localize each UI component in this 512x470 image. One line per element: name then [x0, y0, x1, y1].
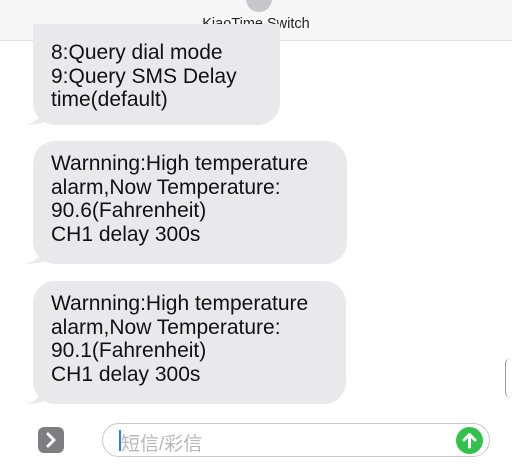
message-bubble[interactable]: Warnning:High temperature alarm,Now Temp…	[26, 141, 347, 264]
bubble-tail-icon	[26, 107, 46, 125]
message-line: 9:Query SMS Delay	[51, 64, 237, 88]
message-line: 90.1(Fahrenheit)	[51, 339, 207, 362]
bubble-tail-icon	[26, 246, 46, 264]
message-composer: 短信/彩信	[0, 410, 512, 470]
message-line: time(default)	[51, 88, 168, 111]
message-input-placeholder: 短信/彩信	[121, 434, 203, 455]
message-bubble[interactable]: Warnning:High temperature alarm,Now Temp…	[26, 281, 346, 404]
message-line: CH1 delay 300s	[51, 222, 201, 246]
send-button[interactable]	[456, 427, 483, 454]
contact-avatar[interactable]	[246, 0, 272, 12]
chevron-right-icon	[46, 432, 56, 448]
arrow-up-icon	[462, 433, 477, 449]
message-line: Warnning:High temperature	[51, 152, 309, 175]
message-line: CH1 delay 300s	[51, 362, 201, 386]
message-line: alarm,Now Temperature:	[51, 175, 281, 199]
message-line: alarm,Now Temperature:	[51, 315, 281, 339]
bubble-tail-icon	[26, 386, 46, 404]
message-input[interactable]: 短信/彩信	[102, 423, 490, 457]
message-line: 8:Query dial mode	[51, 41, 223, 64]
message-bubble[interactable]: 8:Query dial mode 9:Query SMS Delay time…	[26, 24, 280, 125]
expand-apps-button[interactable]	[38, 427, 64, 453]
message-line: 90.6(Fahrenheit)	[51, 199, 207, 222]
edge-handle	[505, 358, 512, 398]
message-line: Warnning:High temperature	[51, 292, 309, 315]
